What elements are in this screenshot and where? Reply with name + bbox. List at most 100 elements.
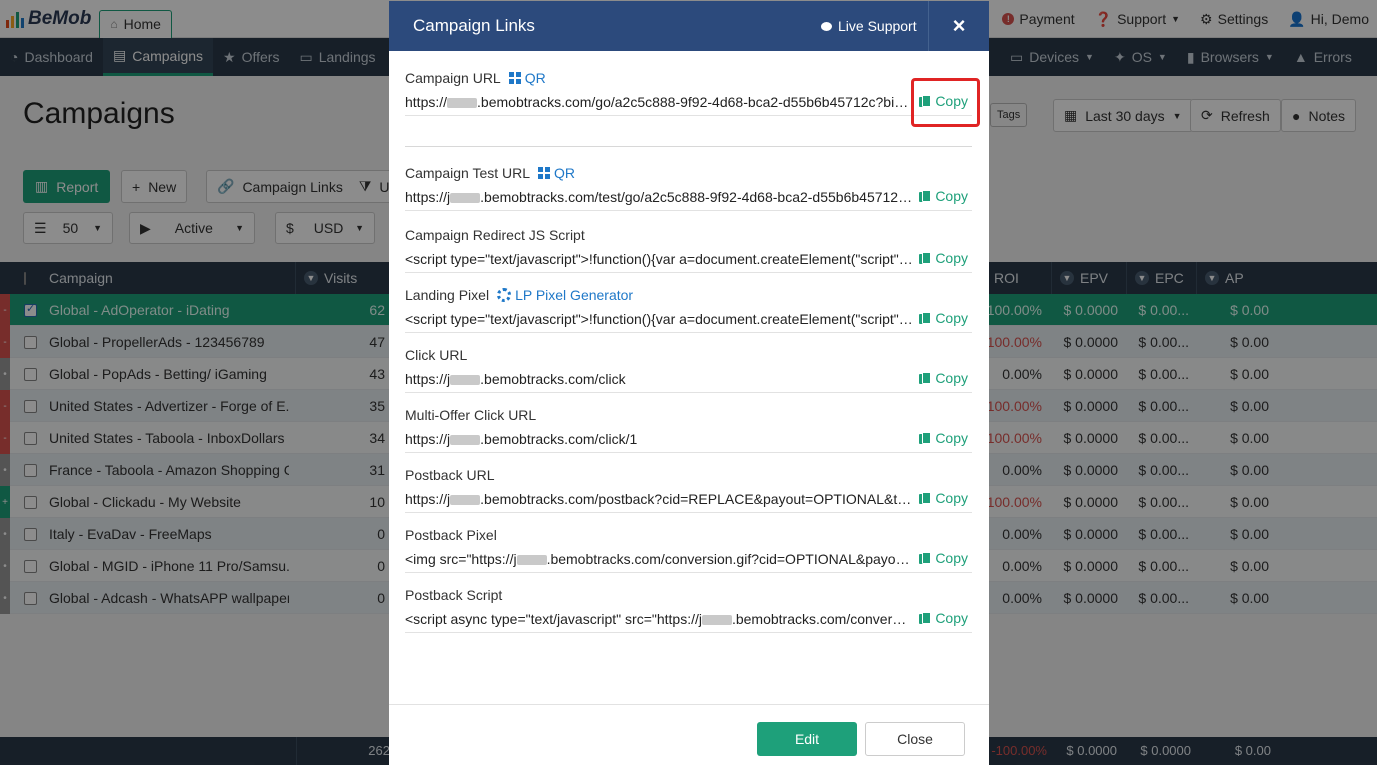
link-item: Click URL https://j .bemobtracks.com/click… [405,346,972,393]
link-value[interactable]: https://j .bemobtracks.com/test/go/a2c5c8… [405,189,913,205]
link-value-text: .bemobtracks.com/click [480,371,626,387]
copy-icon [919,190,932,202]
link-item: Postback Script <script async type="text/… [405,586,972,633]
link-value[interactable]: <script type="text/javascript">!function… [405,251,913,267]
link-item: Postback Pixel <img src="https://j .bemobt… [405,526,972,573]
redacted-mask [450,193,481,204]
copy-button[interactable]: Copy [919,188,968,204]
divider [405,146,972,147]
link-value-prefix: <img src="https://j [405,551,517,567]
link-value-row: https://j .bemobtracks.com/click/1 Copy [405,427,972,453]
close-icon[interactable]: × [928,1,989,51]
live-support-button[interactable]: Live Support [821,1,917,51]
link-label-row: Postback URL [405,466,972,484]
link-value-text: .bemobtracks.com/test/go/a2c5c888-9f92-4… [480,189,913,205]
copy-icon [919,252,932,264]
link-value-text: .bemobtracks.com/go/a2c5c888-9f92-4d68-b… [477,94,913,110]
link-value-text: .bemobtracks.com/click/1 [480,431,638,447]
redacted-mask [450,375,481,386]
chat-icon [821,21,832,31]
copy-button[interactable]: Copy [919,550,968,566]
link-label: Campaign Redirect JS Script [405,227,585,243]
link-label-row: Postback Pixel [405,526,972,544]
link-label: Postback Script [405,587,503,603]
link-value-prefix: https://j [405,491,451,507]
link-item: Postback URL https://j .bemobtracks.com/po… [405,466,972,513]
copy-label: Copy [935,550,968,566]
link-label-row: Multi-Offer Click URL [405,406,972,424]
link-value-row: https://j .bemobtracks.com/test/go/a2c5c8… [405,185,972,211]
edit-button[interactable]: Edit [757,722,857,756]
copy-icon [919,372,932,384]
link-value-text: .bemobtracks.com/postback?cid=REPLACE&pa… [480,491,913,507]
copy-icon [919,432,932,444]
modal-header: Campaign Links Live Support × [389,1,989,51]
link-value-prefix: https://j [405,431,451,447]
close-button[interactable]: Close [865,722,965,756]
highlight-box [911,78,980,127]
redacted-mask [701,615,732,626]
link-label-row: Landing Pixel LP Pixel Generator [405,286,972,304]
link-value[interactable]: <img src="https://j .bemobtracks.com/conv… [405,551,913,567]
link-item: Campaign URL QR https:// .bemobtracks.com/g… [405,69,972,116]
link-label-row: Campaign Test URL QR [405,164,972,182]
modal-footer: Edit Close [389,704,989,765]
link-extra-action[interactable]: QR [538,165,575,181]
live-support-label: Live Support [838,18,917,34]
link-label: Postback URL [405,467,495,483]
copy-label: Copy [935,430,968,446]
link-extra-action[interactable]: QR [508,70,546,86]
link-item: Campaign Redirect JS Script <script type=… [405,226,972,273]
link-value[interactable]: https://j .bemobtracks.com/click [405,371,913,387]
link-value[interactable]: https://j .bemobtracks.com/postback?cid=R… [405,491,913,507]
link-item: Campaign Test URL QR https://j .bemobtracks… [405,164,972,211]
link-value[interactable]: <script async type="text/javascript" src… [405,611,913,627]
copy-icon [919,612,932,624]
copy-button[interactable]: Copy [919,490,968,506]
gear-icon [497,288,512,302]
link-value-prefix: https:// [405,94,448,110]
link-label: Click URL [405,347,468,363]
link-value-prefix: https://j [405,371,451,387]
link-value[interactable]: <script type="text/javascript">!function… [405,311,913,327]
link-value-row: https://j .bemobtracks.com/click Copy [405,367,972,393]
copy-button[interactable]: Copy [919,610,968,626]
link-value-text: <script type="text/javascript">!function… [405,311,913,327]
link-value-text: <script type="text/javascript">!function… [405,251,913,267]
link-value-text: .bemobtracks.com/conversion.js?... [731,611,913,627]
link-label: Campaign URL [405,70,501,86]
redacted-mask [447,98,478,109]
link-value[interactable]: https://j .bemobtracks.com/click/1 [405,431,913,447]
redacted-mask [450,495,481,506]
link-value[interactable]: https:// .bemobtracks.com/go/a2c5c888-9f9… [405,94,913,110]
link-value-prefix: <script async type="text/javascript" src… [405,611,702,627]
copy-button[interactable]: Copy [919,370,968,386]
campaign-links-modal: Campaign Links Live Support × Campaign U… [389,1,989,765]
link-item: Multi-Offer Click URL https://j .bemobtrac… [405,406,972,453]
link-extra-action[interactable]: LP Pixel Generator [497,287,633,303]
copy-button[interactable]: Copy [919,310,968,326]
link-label: Multi-Offer Click URL [405,407,537,423]
link-value-row: <script async type="text/javascript" src… [405,607,972,633]
copy-label: Copy [935,250,968,266]
link-label: Landing Pixel [405,287,490,303]
link-value-row: https://j .bemobtracks.com/postback?cid=R… [405,487,972,513]
link-label-row: Click URL [405,346,972,364]
copy-icon [919,312,932,324]
copy-icon [919,552,932,564]
copy-label: Copy [935,188,968,204]
link-extra-label: QR [524,70,546,86]
link-label-row: Campaign URL QR [405,69,972,87]
copy-button[interactable]: Copy [919,430,968,446]
link-label-row: Campaign Redirect JS Script [405,226,972,244]
link-value-prefix: https://j [405,189,451,205]
link-value-row: <script type="text/javascript">!function… [405,307,972,333]
link-label: Postback Pixel [405,527,497,543]
link-label-row: Postback Script [405,586,972,604]
link-value-text: .bemobtracks.com/conversion.gif?cid=OPTI… [546,551,913,567]
qr-icon [538,167,551,179]
copy-label: Copy [935,490,968,506]
link-extra-label: QR [554,165,576,181]
copy-button[interactable]: Copy [919,250,968,266]
link-value-row: <script type="text/javascript">!function… [405,247,972,273]
